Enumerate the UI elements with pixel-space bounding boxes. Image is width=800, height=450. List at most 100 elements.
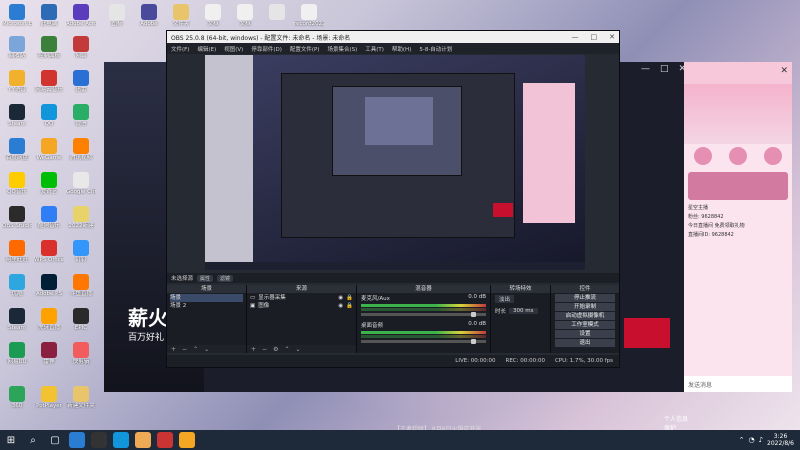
taskbar-app-game-icon[interactable] xyxy=(157,432,173,448)
studio-mode-button[interactable]: 工作室模式 xyxy=(555,321,615,329)
desktop-icon[interactable]: 文件夹 xyxy=(166,4,196,27)
taskbar-app-qq-icon[interactable] xyxy=(113,432,129,448)
up-icon[interactable]: ⌃ xyxy=(193,346,198,353)
eye-icon[interactable]: ◉ xyxy=(338,302,343,310)
desktop-icon[interactable]: record2022 xyxy=(294,4,324,27)
desktop-icon[interactable]: Adobe PS xyxy=(34,274,64,297)
tray-chevron-icon[interactable]: ⌃ xyxy=(739,436,745,444)
taskbar-app-photos-icon[interactable] xyxy=(135,432,151,448)
desktop-icon[interactable]: OBS Studio xyxy=(2,206,32,229)
remove-icon[interactable]: − xyxy=(262,346,267,353)
transition-select[interactable]: 淡出 xyxy=(495,295,515,303)
down-icon[interactable]: ⌄ xyxy=(295,346,300,353)
desktop-icon[interactable]: YY语音 xyxy=(2,70,32,93)
desktop-icon[interactable]: 控制面板 xyxy=(34,36,64,59)
up-icon[interactable]: ⌃ xyxy=(284,346,289,353)
desktop-icon[interactable]: 回收站 xyxy=(2,36,32,59)
menu-item[interactable]: 帮助(H) xyxy=(392,45,411,53)
desktop-icon[interactable]: 360 xyxy=(2,386,32,409)
desktop-icon[interactable]: 钉钉 xyxy=(66,240,96,263)
task-view-icon[interactable]: ▢ xyxy=(44,430,66,450)
scene-item[interactable]: 场景 2 xyxy=(170,302,243,310)
taskbar-app-wegame-icon[interactable] xyxy=(179,432,195,448)
desktop-icon[interactable]: 快剪辑 xyxy=(66,342,96,365)
desktop-icon[interactable]: 网络 xyxy=(66,36,96,59)
menu-item[interactable]: 编辑(E) xyxy=(197,45,216,53)
desktop-icon[interactable]: 此电脑 xyxy=(34,4,64,27)
desktop-icon[interactable]: 百度网盘 xyxy=(2,138,32,161)
virtual-camera-button[interactable]: 启动虚拟摄像机 xyxy=(555,312,615,320)
search-icon[interactable]: ⌕ xyxy=(22,430,44,450)
obs-preview[interactable] xyxy=(205,55,585,270)
desktop-icon[interactable] xyxy=(262,4,292,21)
eye-icon[interactable]: ◉ xyxy=(338,294,343,302)
slider-knob[interactable] xyxy=(471,339,476,344)
lock-icon[interactable]: 🔒 xyxy=(346,302,353,310)
desktop-icon[interactable]: Microsoft Edge xyxy=(2,4,32,27)
desktop-icon[interactable]: 腾讯视频 xyxy=(66,138,96,161)
desktop-icon[interactable]: 2022新建 xyxy=(66,206,96,229)
menu-item[interactable]: 场景集合(S) xyxy=(327,45,357,53)
stop-streaming-button[interactable]: 停止推流 xyxy=(555,294,615,302)
avatar[interactable] xyxy=(763,147,782,165)
avatar[interactable] xyxy=(694,147,713,165)
desktop-icon[interactable]: Steam xyxy=(2,308,32,331)
desktop-icon[interactable]: 雷神 xyxy=(34,342,64,365)
menu-item[interactable]: 停靠部件(D) xyxy=(251,45,282,53)
desktop-icon[interactable]: 虎牙直播 xyxy=(34,308,64,331)
desktop-icon[interactable]: Adobe xyxy=(134,4,164,27)
menu-item[interactable]: 文件(F) xyxy=(171,45,189,53)
desktop-volume-slider[interactable] xyxy=(361,339,486,344)
menu-item[interactable]: 工具(T) xyxy=(365,45,384,53)
volume-icon[interactable]: ♪ xyxy=(759,436,763,444)
desktop-icon[interactable]: EPIC xyxy=(66,308,96,331)
maximize-icon[interactable]: □ xyxy=(591,33,598,41)
live-stream-panel[interactable]: ✕ 星空主播 粉丝: 9628842 今日直播间 免费领取礼物 直播间ID: 9… xyxy=(684,62,792,392)
desktop-icon[interactable]: QQ音乐 xyxy=(2,172,32,195)
start-recording-button[interactable]: 开始录制 xyxy=(555,303,615,311)
source-item[interactable]: ▭ 显示器采集 ◉ 🔒 xyxy=(250,294,353,302)
network-icon[interactable]: ◔ xyxy=(748,436,754,444)
desktop-icon[interactable]: PotPlayer xyxy=(34,386,64,409)
desktop-icon[interactable]: 酷狗音乐 xyxy=(34,206,64,229)
close-icon[interactable]: ✕ xyxy=(780,66,788,76)
desktop-icon[interactable]: WPS Office xyxy=(34,240,64,263)
slider-knob[interactable] xyxy=(471,312,476,317)
scene-item[interactable]: 场景 xyxy=(170,294,243,302)
desktop-icon[interactable]: 网易UU xyxy=(2,342,32,365)
properties-button[interactable]: 属性 xyxy=(197,274,214,282)
close-icon[interactable]: ✕ xyxy=(609,33,615,41)
menu-item[interactable]: 视图(V) xyxy=(224,45,243,53)
filters-button[interactable]: 滤镜 xyxy=(217,274,234,282)
desktop-icon[interactable]: 文档 xyxy=(230,4,260,27)
desktop-icon[interactable]: WeGame xyxy=(34,138,64,161)
minimize-icon[interactable]: — xyxy=(572,33,579,41)
desktop-icon[interactable]: 新建文件夹 xyxy=(66,386,96,409)
source-item[interactable]: ▣ 图像 ◉ 🔒 xyxy=(250,302,353,310)
desktop-icon[interactable]: Google Chrome xyxy=(66,172,96,195)
desktop-icon[interactable]: QQ xyxy=(34,104,64,127)
desktop-icon[interactable]: 阿里旺旺 xyxy=(2,240,32,263)
chat-input[interactable]: 发送消息 xyxy=(684,376,792,392)
desktop-icon[interactable]: 优酷 xyxy=(2,274,32,297)
add-icon[interactable]: + xyxy=(251,346,256,353)
taskbar-app-obs-icon[interactable] xyxy=(91,432,107,448)
exit-button[interactable]: 退出 xyxy=(555,339,615,347)
start-button[interactable]: ⊞ xyxy=(0,430,22,450)
game-red-banner[interactable] xyxy=(624,318,670,348)
mic-volume-slider[interactable] xyxy=(361,312,486,317)
desktop-icon[interactable]: Steam xyxy=(2,104,32,127)
live-host-card[interactable] xyxy=(688,172,788,200)
desktop-icon[interactable]: Adobe Acrobat xyxy=(66,4,96,27)
duration-input[interactable]: 300 ms xyxy=(509,308,538,314)
settings-button[interactable]: 设置 xyxy=(555,330,615,338)
down-icon[interactable]: ⌄ xyxy=(204,346,209,353)
desktop-icon[interactable]: 图标 xyxy=(102,4,132,27)
gear-icon[interactable]: ⚙ xyxy=(273,346,278,353)
remove-icon[interactable]: − xyxy=(182,346,187,353)
obs-window[interactable]: OBS 25.0.8 (64-bit, windows) - 配置文件: 未命名… xyxy=(166,30,620,368)
menu-item[interactable]: 配置文件(P) xyxy=(290,45,320,53)
avatar[interactable] xyxy=(728,147,747,165)
desktop-icon[interactable]: 迅雷 xyxy=(66,70,96,93)
add-icon[interactable]: + xyxy=(171,346,176,353)
